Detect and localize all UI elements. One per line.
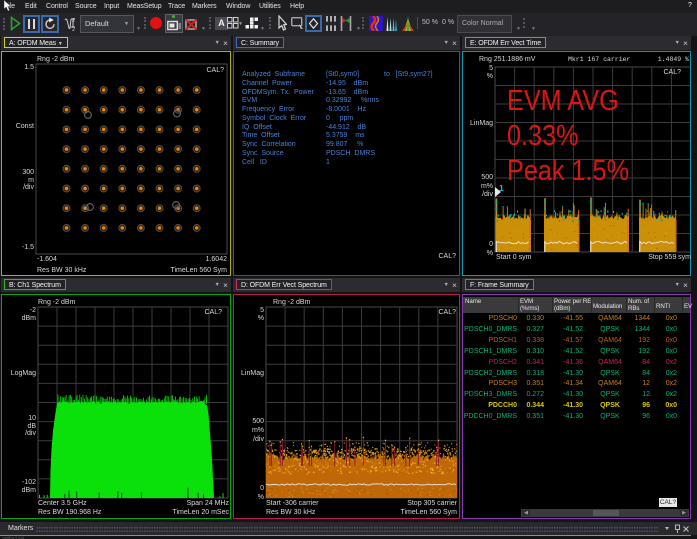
svg-text:2: 2 bbox=[72, 18, 75, 24]
svg-text:1: 1 bbox=[499, 183, 504, 193]
svg-text:2: 2 bbox=[72, 27, 75, 32]
